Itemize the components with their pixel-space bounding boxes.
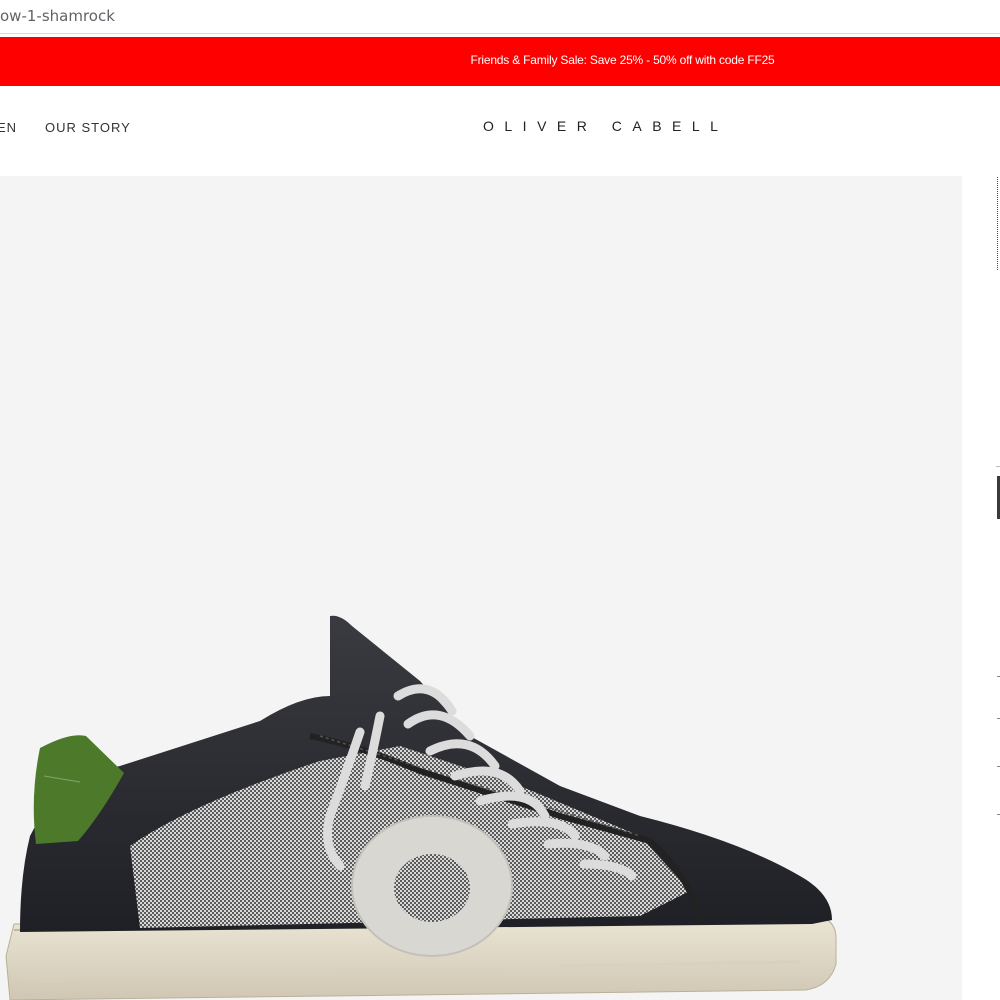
divider [996,466,1000,467]
address-bar[interactable]: ow-1-shamrock [0,0,1000,34]
product-image-stage[interactable] [0,176,962,1000]
nav-item-women[interactable]: EN [0,120,17,135]
sneaker-logo-patch [351,815,513,957]
promo-text: Friends & Family Sale: Save 25% - 50% of… [470,53,775,67]
nav-item-our-story[interactable]: OUR STORY [45,120,131,135]
product-image [5,615,837,1000]
product-details-column [962,176,1000,1000]
url-text[interactable]: ow-1-shamrock [0,7,115,25]
promo-banner[interactable]: Friends & Family Sale: Save 25% - 50% of… [0,37,1000,86]
site-header: EN OUR STORY OLIVER CABELL [0,86,1000,176]
brand-logo[interactable]: OLIVER CABELL [483,118,728,134]
